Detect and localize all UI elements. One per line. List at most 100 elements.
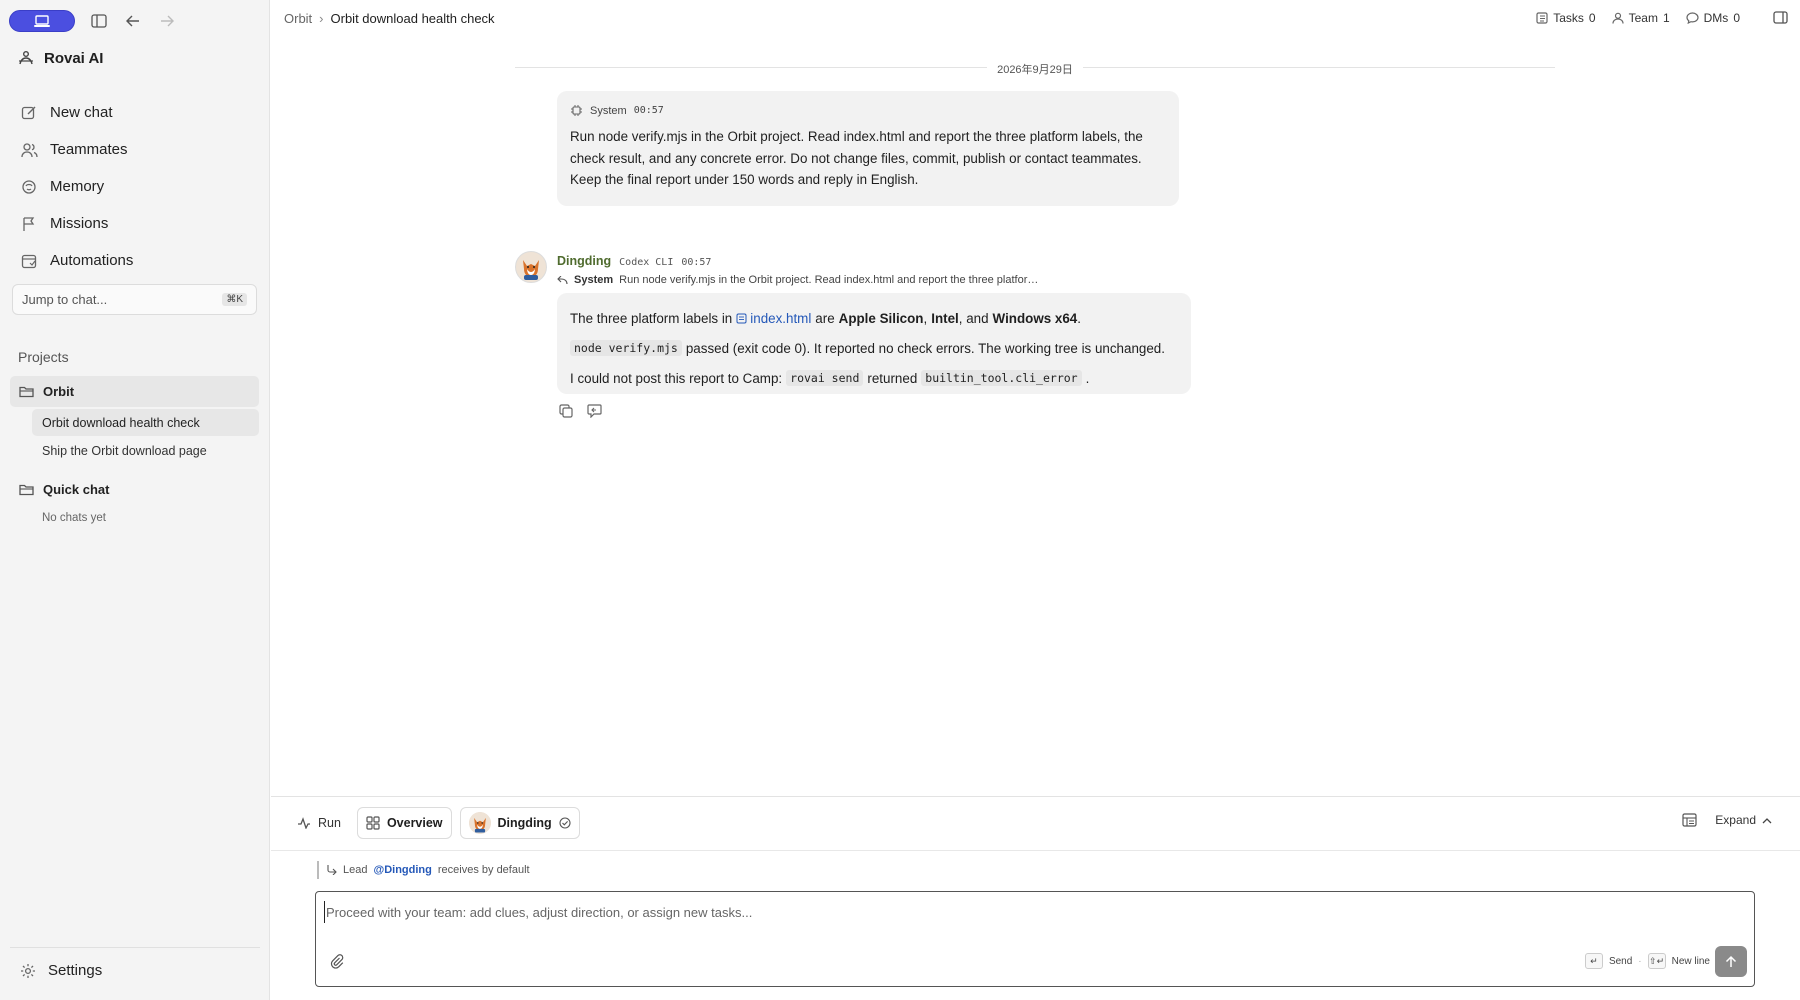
- tasks-count: 0: [1588, 11, 1596, 25]
- chat-title: Orbit download health check: [42, 415, 200, 430]
- brand-logo-icon: [19, 51, 33, 65]
- activity-icon: [297, 817, 311, 829]
- nav-new-chat[interactable]: New chat: [12, 94, 258, 131]
- expand-button[interactable]: Expand: [1715, 813, 1772, 827]
- header-actions: Tasks 0 Team 1 DMs 0: [1536, 11, 1740, 25]
- project-quick-chat[interactable]: Quick chat: [10, 474, 259, 505]
- line3-end: .: [1085, 370, 1090, 386]
- nav-label: Memory: [50, 178, 105, 195]
- reply-arrow-icon: [327, 865, 337, 875]
- message-input[interactable]: [324, 901, 1724, 923]
- layout-icon[interactable]: [1682, 813, 1697, 827]
- right-panel-toggle-icon[interactable]: [1773, 11, 1788, 24]
- inline-code: rovai send: [786, 370, 864, 386]
- project-orbit[interactable]: Orbit: [10, 376, 259, 407]
- nav-automations[interactable]: Automations: [12, 242, 258, 279]
- lead-mention[interactable]: @Dingding: [373, 864, 431, 876]
- message-actions: [559, 404, 602, 418]
- breadcrumb-separator: ›: [319, 11, 324, 26]
- tab-agent-dingding[interactable]: Dingding: [459, 807, 580, 839]
- tab-label: Dingding: [497, 816, 552, 830]
- grid-icon: [366, 816, 380, 830]
- fox-avatar-icon: [516, 252, 546, 282]
- system-message: System 00:57 Run node verify.mjs in the …: [557, 91, 1179, 206]
- projects-heading: Projects: [18, 349, 69, 365]
- chat-item-health-check[interactable]: Orbit download health check: [32, 409, 259, 436]
- nav-missions[interactable]: Missions: [12, 205, 258, 242]
- gear-icon: [20, 963, 36, 979]
- copy-icon[interactable]: [559, 404, 573, 418]
- reply-line-3: I could not post this report to Camp: ro…: [570, 363, 1178, 393]
- nav-label: Missions: [50, 215, 109, 232]
- chat-bubble-icon: [1686, 12, 1699, 24]
- reply-author[interactable]: Dingding: [557, 254, 611, 268]
- chevron-up-icon: [1762, 817, 1772, 824]
- forward-arrow-icon[interactable]: [157, 11, 177, 31]
- nav-label: Automations: [50, 252, 134, 269]
- jump-to-chat-input[interactable]: Jump to chat... ⌘K: [12, 284, 257, 315]
- project-name: Orbit: [43, 384, 75, 399]
- tab-run[interactable]: Run: [289, 807, 349, 839]
- team-button[interactable]: Team 1: [1612, 11, 1670, 25]
- file-icon: [736, 313, 747, 323]
- tasks-label: Tasks: [1553, 11, 1584, 25]
- lead-suffix: receives by default: [437, 864, 530, 876]
- brand: Rovai AI: [18, 47, 103, 69]
- system-message-text: Run node verify.mjs in the Orbit project…: [570, 129, 1143, 187]
- divider: [10, 947, 260, 948]
- reply-tool: Codex CLI: [619, 257, 674, 268]
- chat-title: Ship the Orbit download page: [42, 443, 207, 458]
- tasks-button[interactable]: Tasks 0: [1536, 11, 1596, 25]
- platform-label-2: Intel: [931, 310, 959, 326]
- memory-icon: [20, 178, 38, 196]
- line3-prefix: I could not post this report to Camp:: [570, 370, 783, 386]
- sidebar-toolbar: [9, 10, 177, 32]
- arrow-up-icon: [1725, 955, 1737, 967]
- expand-label: Expand: [1715, 813, 1756, 827]
- tab-label: Run: [318, 816, 341, 830]
- user-icon: [1612, 12, 1624, 24]
- jump-shortcut: ⌘K: [222, 293, 247, 306]
- breadcrumb-current: Orbit download health check: [330, 11, 495, 26]
- reply-message: The three platform labels in index.html …: [557, 293, 1191, 394]
- dms-button[interactable]: DMs 0: [1686, 11, 1740, 25]
- nav-teammates[interactable]: Teammates: [12, 131, 258, 168]
- line1-are: are: [815, 310, 835, 326]
- tab-label: Overview: [386, 816, 443, 830]
- file-link[interactable]: index.html: [736, 311, 811, 326]
- breadcrumb-parent[interactable]: Orbit: [284, 11, 312, 26]
- tab-overview[interactable]: Overview: [356, 807, 452, 839]
- chat-item-ship-download[interactable]: Ship the Orbit download page: [32, 437, 259, 464]
- quote-reply-icon[interactable]: [587, 404, 602, 418]
- reply-line-1: The three platform labels in index.html …: [570, 303, 1178, 333]
- device-switch-button[interactable]: [9, 10, 75, 32]
- settings-button[interactable]: Settings: [20, 962, 102, 979]
- reply-reference[interactable]: System Run node verify.mjs in the Orbit …: [557, 274, 1038, 286]
- check-circle-icon: [559, 817, 571, 829]
- inline-code: node verify.mjs: [570, 340, 682, 356]
- paperclip-icon[interactable]: [330, 954, 345, 969]
- date-divider: 2026年9月29日: [0, 60, 1800, 77]
- lead-prefix: Lead: [343, 864, 368, 876]
- back-arrow-icon[interactable]: [123, 11, 143, 31]
- laptop-icon: [34, 14, 50, 27]
- line2-text: passed (exit code 0). It reported no che…: [685, 340, 1165, 356]
- reply-line-2: node verify.mjs passed (exit code 0). It…: [570, 333, 1178, 363]
- file-link-text: index.html: [750, 310, 812, 326]
- and-text: , and: [958, 310, 989, 326]
- line1-prefix: The three platform labels in: [570, 310, 733, 326]
- calendar-icon: [20, 252, 38, 270]
- hint-separator: ·: [1638, 955, 1642, 967]
- panel-tabs: Run Overview Dingding: [289, 807, 580, 839]
- dms-label: DMs: [1703, 11, 1729, 25]
- edit-icon: [20, 104, 38, 122]
- team-count: 1: [1662, 11, 1670, 25]
- reply-ref-author: System: [574, 274, 614, 286]
- folder-icon: [19, 483, 34, 496]
- sidebar-nav: New chat Teammates Memory Missions Autom…: [12, 94, 258, 279]
- avatar[interactable]: [515, 251, 547, 283]
- period: .: [1077, 310, 1081, 326]
- send-button[interactable]: [1715, 946, 1747, 977]
- sidebar-toggle-icon[interactable]: [89, 11, 109, 31]
- nav-memory[interactable]: Memory: [12, 168, 258, 205]
